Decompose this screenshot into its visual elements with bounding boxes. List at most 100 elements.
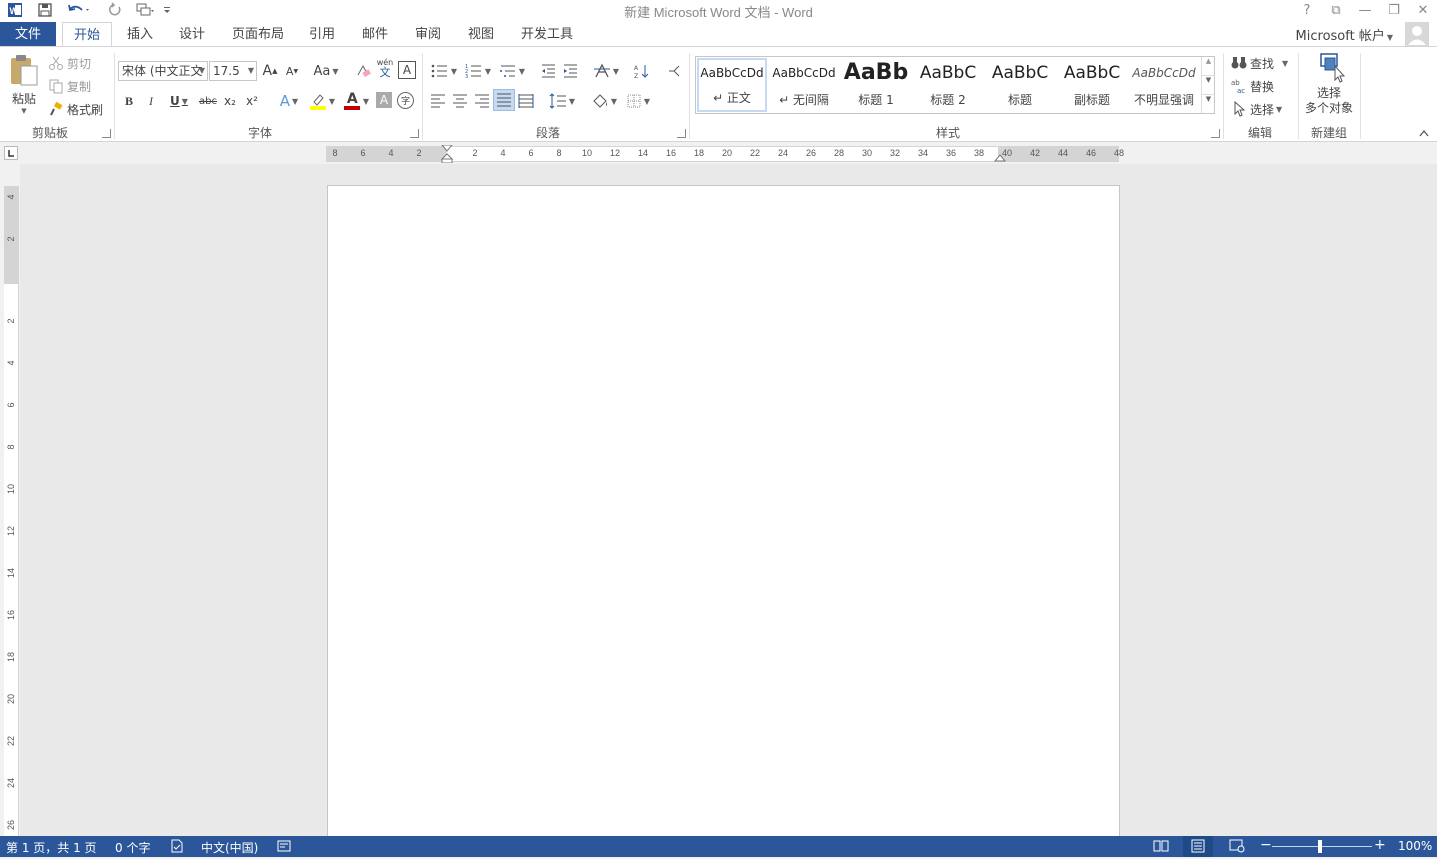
align-left-button[interactable]	[429, 91, 447, 111]
font-launcher-icon[interactable]	[410, 129, 419, 138]
zoom-slider-thumb[interactable]	[1318, 840, 1322, 853]
format-painter-button[interactable]: 格式刷	[48, 99, 103, 119]
increase-indent-button[interactable]	[561, 61, 579, 81]
style-subtle-emphasis[interactable]: AaBbCcDd 不明显强调	[1129, 58, 1199, 112]
change-case-button[interactable]: Aa ▼	[311, 61, 341, 81]
highlight-button[interactable]: ▼	[307, 91, 337, 111]
tab-view[interactable]: 视图	[461, 22, 501, 47]
superscript-button[interactable]: x²	[243, 91, 261, 111]
clipboard-launcher-icon[interactable]	[102, 129, 111, 138]
gallery-scroll-down-icon[interactable]: ▼	[1202, 75, 1215, 94]
web-layout-icon[interactable]	[1229, 839, 1245, 856]
underline-button[interactable]: U ▼	[165, 91, 193, 111]
character-border-button[interactable]: A	[398, 61, 416, 79]
style-no-spacing[interactable]: AaBbCcDd ↵ 无间隔	[769, 58, 839, 112]
language-status[interactable]: 中文(中国)	[201, 839, 258, 856]
decrease-indent-button[interactable]	[539, 61, 557, 81]
style-normal[interactable]: AaBbCcDd ↵ 正文	[697, 58, 767, 112]
horizontal-ruler[interactable]: 8 6 4 2 2 4 6 8 10 12 14 16 18 20 22 24 26 28 30 32 34 36 38 40…	[326, 144, 1124, 164]
tab-home[interactable]: 开始	[62, 22, 112, 48]
style-subtle-emphasis-sample: AaBbCcDd	[1132, 66, 1196, 80]
enclose-characters-button[interactable]: 字	[397, 92, 414, 109]
restore-icon[interactable]: ❐	[1380, 0, 1408, 20]
avatar[interactable]	[1405, 22, 1429, 46]
tab-mailings[interactable]: 邮件	[355, 22, 395, 47]
sort-button[interactable]: AZ	[633, 61, 651, 81]
shading-button[interactable]: ▼	[589, 91, 619, 111]
borders-button[interactable]: ▼	[623, 91, 653, 111]
text-effects-button[interactable]: A ▼	[275, 91, 303, 111]
tab-selector-icon[interactable]	[4, 146, 18, 160]
word-app-icon[interactable]: W	[4, 1, 26, 19]
styles-launcher-icon[interactable]	[1211, 129, 1220, 138]
zoom-in-button[interactable]: +	[1374, 837, 1386, 853]
help-icon[interactable]: ?	[1293, 0, 1321, 20]
gallery-more-icon[interactable]: ▼	[1202, 94, 1215, 113]
italic-button[interactable]: I	[143, 91, 159, 111]
multi-select-icon[interactable]	[132, 1, 158, 19]
style-title[interactable]: AaBbC 标题	[985, 58, 1055, 112]
replace-button[interactable]: ab ac 替换	[1231, 76, 1274, 96]
word-count-status[interactable]: 0 个字	[115, 839, 150, 856]
tab-insert[interactable]: 插入	[120, 22, 160, 47]
customize-qat-icon[interactable]	[158, 1, 176, 19]
style-heading-2[interactable]: AaBbC 标题 2	[913, 58, 983, 112]
phonetic-guide-button[interactable]: wén 文	[376, 59, 394, 79]
page-count-status[interactable]: 第 1 页，共 1 页	[6, 839, 97, 856]
style-subtitle[interactable]: AaBbC 副标题	[1057, 58, 1127, 112]
print-layout-icon[interactable]	[1183, 836, 1213, 857]
read-mode-icon[interactable]	[1153, 839, 1169, 856]
gallery-scroll-up-icon[interactable]: ▲	[1202, 57, 1215, 75]
justify-button[interactable]	[493, 89, 515, 111]
clear-formatting-button[interactable]	[354, 61, 372, 81]
ribbon-display-options-icon[interactable]: ⧉	[1322, 0, 1350, 20]
character-shading-button[interactable]: A	[376, 92, 392, 108]
macro-record-icon[interactable]	[277, 839, 291, 856]
tab-review[interactable]: 审阅	[408, 22, 448, 47]
align-right-button[interactable]	[473, 91, 491, 111]
tab-developer[interactable]: 开发工具	[515, 22, 579, 47]
cut-button[interactable]: 剪切	[48, 53, 91, 73]
subscript-button[interactable]: x₂	[221, 91, 239, 111]
font-size-combo[interactable]: 17.5 ▼	[209, 61, 257, 81]
bullets-button[interactable]: ▼	[429, 61, 459, 81]
select-multiple-objects-button[interactable]: 选择 多个对象	[1301, 51, 1357, 121]
grow-font-button[interactable]: A ▲	[261, 61, 279, 81]
select-button[interactable]: 选择 ▼	[1231, 99, 1282, 119]
copy-button[interactable]: 复制	[48, 76, 91, 96]
multilevel-list-button[interactable]: ▼	[497, 61, 527, 81]
zoom-out-button[interactable]: −	[1260, 837, 1272, 853]
zoom-slider[interactable]	[1272, 846, 1372, 847]
tab-references[interactable]: 引用	[302, 22, 342, 47]
strikethrough-button[interactable]: abc	[197, 91, 219, 111]
proofing-icon[interactable]	[170, 839, 184, 856]
bold-button[interactable]: B	[121, 91, 137, 111]
minimize-icon[interactable]: —	[1351, 0, 1379, 20]
zoom-level[interactable]: 100%	[1398, 839, 1432, 853]
document-page[interactable]	[327, 185, 1120, 845]
paste-button[interactable]: 粘贴 ▼	[6, 53, 42, 119]
asian-layout-button[interactable]: ▼	[591, 61, 621, 81]
line-spacing-button[interactable]: ▼	[547, 91, 577, 111]
show-formatting-marks-button[interactable]	[665, 61, 683, 81]
tab-design[interactable]: 设计	[172, 22, 212, 47]
style-heading-1[interactable]: AaBb 标题 1	[841, 58, 911, 112]
align-center-button[interactable]	[451, 91, 469, 111]
numbering-button[interactable]: 1 2 3 ▼	[463, 61, 493, 81]
font-name-combo[interactable]: 宋体 (中文正文 ▼	[118, 61, 208, 81]
undo-icon[interactable]	[64, 1, 94, 19]
save-icon[interactable]	[34, 1, 56, 19]
close-icon[interactable]: ✕	[1409, 0, 1437, 20]
font-color-button[interactable]: A ▼	[341, 91, 371, 111]
tab-file[interactable]: 文件	[0, 22, 56, 47]
tab-page-layout[interactable]: 页面布局	[226, 22, 290, 47]
find-button[interactable]: 查找 ▼	[1231, 53, 1288, 73]
collapse-ribbon-icon[interactable]	[1418, 127, 1430, 137]
shrink-font-button[interactable]: A ▼	[283, 61, 301, 81]
first-line-indent-marker[interactable]	[440, 144, 454, 166]
distributed-button[interactable]	[517, 91, 535, 111]
paragraph-launcher-icon[interactable]	[677, 129, 686, 138]
redo-icon[interactable]	[104, 1, 126, 19]
account-menu[interactable]: Microsoft 帐户 ▼	[1296, 25, 1393, 44]
vertical-ruler[interactable]: 4 2 2 4 6 8 10 12 14 16 18 20 22 24 26	[4, 186, 19, 836]
